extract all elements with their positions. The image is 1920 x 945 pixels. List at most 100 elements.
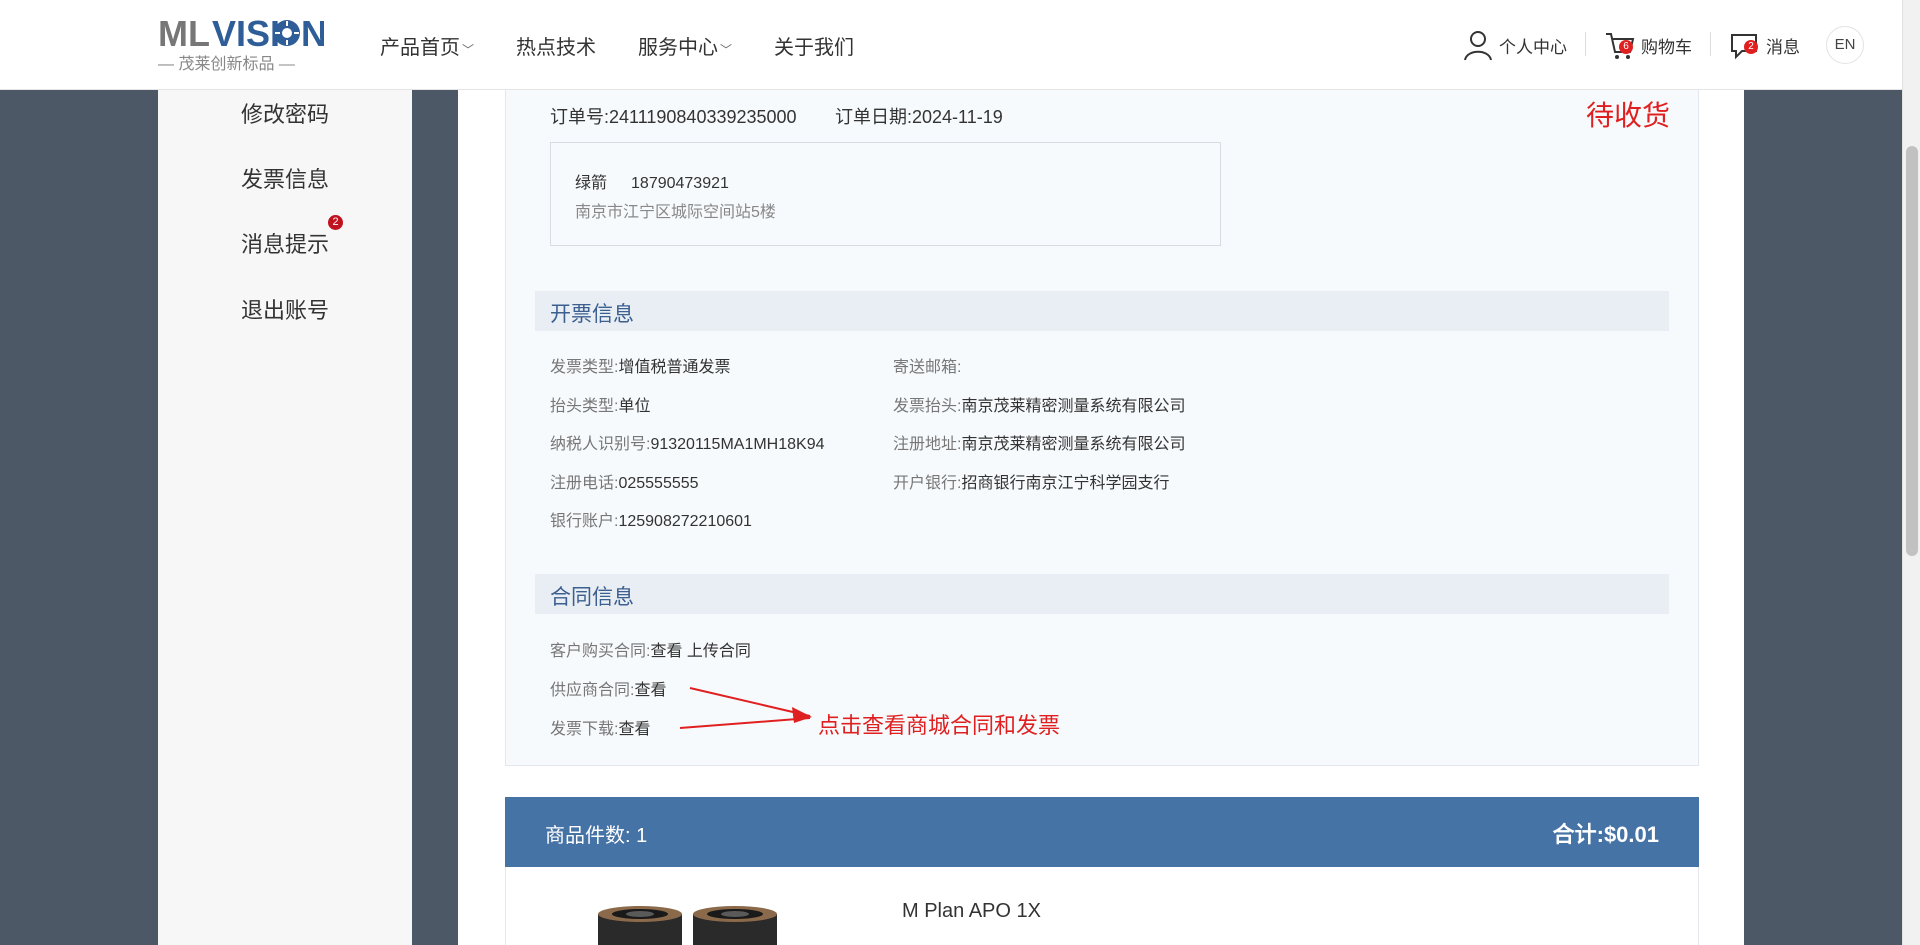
top-header: ML VISI N — 茂莱创新标品 — 产品首页 ﹀ 热点技术 服务中心 ﹀ 关于…: [0, 0, 1902, 90]
invoice-email-label: 寄送邮箱:: [893, 359, 962, 376]
contract-section-title: 合同信息: [550, 586, 634, 609]
reg-address-value: 南京茂莱精密测量系统有限公司: [961, 436, 1186, 453]
user-icon: [1461, 28, 1495, 62]
cart-badge: 6: [1619, 40, 1633, 54]
order-status: 待收货: [1586, 100, 1671, 131]
goods-total: 合计:$0.01: [1553, 817, 1659, 849]
bank-value: 招商银行南京江宁科学园支行: [961, 475, 1170, 492]
scrollbar-thumb[interactable]: [1906, 146, 1918, 556]
order-number: 订单号:2411190840339235000: [550, 103, 797, 129]
goods-total-label: 合计:: [1552, 822, 1604, 847]
reg-address-row: 注册地址:南京茂莱精密测量系统有限公司: [893, 430, 1185, 454]
goods-count: 商品件数: 1: [545, 819, 647, 848]
logo-wordmark: ML VISI N: [158, 13, 327, 61]
brand-logo[interactable]: ML VISI N — 茂莱创新标品 —: [158, 13, 328, 79]
invoice-header-label: 发票抬头:: [893, 398, 962, 415]
bank-account-value: 125908272210601: [618, 513, 752, 530]
invoice-download-label: 发票下载:: [550, 721, 619, 738]
reg-phone-value: 025555555: [618, 475, 699, 492]
sidebar-item-invoice-info[interactable]: 发票信息: [158, 162, 412, 194]
upload-contract-link[interactable]: 上传合同: [687, 643, 751, 660]
messages-badge: 2: [1744, 40, 1758, 54]
tax-id-row: 纳税人识别号:91320115MA1MH18K94: [550, 430, 825, 454]
sidebar-item-change-password[interactable]: 修改密码: [158, 97, 412, 129]
chevron-down-icon: ﹀: [720, 42, 733, 57]
invoice-email-row: 寄送邮箱:: [893, 353, 961, 377]
bank-row: 开户银行:招商银行南京江宁科学园支行: [893, 469, 1169, 493]
cart-label: 购物车: [1641, 37, 1692, 57]
order-date-value: 2024-11-19: [912, 107, 1003, 127]
reg-address-label: 注册地址:: [893, 436, 962, 453]
header-actions: 个人中心 6 购物车 2 消息 EN: [1443, 0, 1902, 90]
product-image[interactable]: [595, 904, 685, 945]
logo-tagline: — 茂莱创新标品 —: [158, 56, 295, 73]
invoice-type-row: 发票类型:增值税普通发票: [550, 353, 730, 377]
invoice-type-label: 发票类型:: [550, 359, 619, 376]
nav-service[interactable]: 服务中心 ﹀: [638, 31, 732, 60]
supplier-contract-view-link[interactable]: 查看: [634, 682, 666, 699]
nav-hot-tech[interactable]: 热点技术: [516, 31, 596, 60]
product-name[interactable]: M Plan APO 1X: [902, 900, 1041, 923]
tax-id-label: 纳税人识别号:: [550, 436, 651, 453]
page-scrollbar[interactable]: [1902, 0, 1920, 945]
order-date: 订单日期:2024-11-19: [835, 103, 1003, 129]
invoice-header-row: 发票抬头:南京茂莱精密测量系统有限公司: [893, 392, 1185, 416]
svg-text:ML: ML: [158, 13, 210, 53]
cart-link[interactable]: 6 购物车: [1585, 28, 1710, 62]
supplier-contract-row: 供应商合同:查看: [550, 676, 666, 700]
messages-label: 消息: [1766, 37, 1800, 57]
goods-count-value: 1: [636, 825, 648, 847]
annotation-arrows-icon: [679, 687, 812, 729]
invoice-section-header: 开票信息: [535, 291, 1669, 331]
logo-mark-icon: ML VISI N: [158, 13, 327, 54]
invoice-download-row: 发票下载:查看: [550, 715, 650, 739]
goods-total-value: $0.01: [1603, 822, 1659, 847]
svg-text:N: N: [301, 13, 324, 53]
product-image-2[interactable]: [690, 904, 780, 945]
bank-label: 开户银行:: [893, 475, 962, 492]
invoice-type-value: 增值税普通发票: [618, 359, 731, 376]
header-type-label: 抬头类型:: [550, 398, 619, 415]
customer-contract-view-link[interactable]: 查看: [650, 643, 682, 660]
invoice-section-title: 开票信息: [550, 303, 634, 326]
goods-summary-bar: 商品件数: 1 合计:$0.01: [505, 797, 1699, 867]
nav-products-label: 产品首页: [380, 36, 460, 59]
nav-about[interactable]: 关于我们: [774, 31, 854, 60]
nav-hot-tech-label: 热点技术: [516, 36, 597, 59]
goods-count-label: 商品件数:: [545, 825, 631, 847]
sidebar-item-messages[interactable]: 消息提示: [158, 227, 412, 259]
header-type-row: 抬头类型:单位: [550, 392, 650, 416]
order-number-value: 2411190840339235000: [609, 107, 797, 127]
recipient-address: 南京市江宁区城际空间站5楼: [575, 204, 776, 221]
customer-contract-label: 客户购买合同:: [550, 643, 651, 660]
recipient-name: 绿箭: [575, 175, 608, 192]
account-sidebar: 修改密码 发票信息 消息提示 2 退出账号: [158, 0, 412, 945]
svg-text:VISI: VISI: [212, 13, 280, 53]
sidebar-messages-badge: 2: [328, 215, 343, 230]
annotation-text: 点击查看商城合同和发票: [818, 713, 1061, 738]
customer-contract-row: 客户购买合同:查看 上传合同: [550, 637, 751, 661]
nav-products[interactable]: 产品首页 ﹀: [380, 31, 474, 60]
user-center-label: 个人中心: [1499, 37, 1567, 57]
cart-icon: 6: [1603, 28, 1637, 62]
invoice-header-value: 南京茂莱精密测量系统有限公司: [961, 398, 1186, 415]
header-type-value: 单位: [618, 398, 651, 415]
nav-about-label: 关于我们: [774, 36, 855, 59]
contract-section-header: 合同信息: [535, 574, 1669, 614]
order-date-label: 订单日期:: [835, 107, 913, 127]
reg-phone-label: 注册电话:: [550, 475, 619, 492]
recipient-phone: 18790473921: [631, 175, 729, 192]
order-number-label: 订单号:: [550, 107, 610, 127]
reg-phone-row: 注册电话:025555555: [550, 469, 699, 493]
invoice-download-view-link[interactable]: 查看: [618, 721, 650, 738]
tax-id-value: 91320115MA1MH18K94: [650, 436, 825, 453]
bank-account-row: 银行账户:125908272210601: [550, 507, 752, 531]
language-switch[interactable]: EN: [1826, 26, 1864, 64]
nav-service-label: 服务中心: [638, 36, 719, 59]
sidebar-item-logout[interactable]: 退出账号: [158, 293, 412, 325]
bank-account-label: 银行账户:: [550, 513, 619, 530]
messages-link[interactable]: 2 消息: [1710, 28, 1818, 62]
chevron-down-icon: ﹀: [462, 42, 475, 57]
recipient-info: 绿箭 18790473921: [575, 169, 729, 193]
user-center-link[interactable]: 个人中心: [1443, 28, 1585, 62]
